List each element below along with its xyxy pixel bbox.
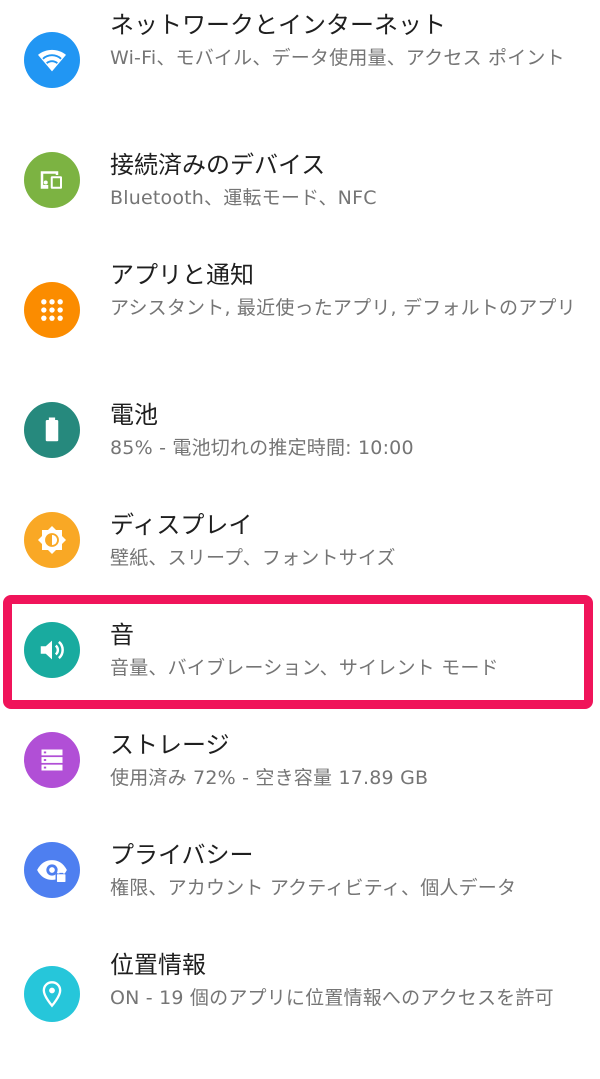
sound-subtitle: 音量、バイブレーション、サイレント モード xyxy=(110,657,499,679)
settings-item-sound[interactable]: 音 音量、バイブレーション、サイレント モード xyxy=(0,600,600,710)
storage-title: ストレージ xyxy=(110,731,230,759)
battery-title: 電池 xyxy=(110,401,158,429)
network-subtitle: Wi-Fi、モバイル、データ使用量、アクセス ポイント xyxy=(110,47,565,69)
battery-subtitle: 85% - 電池切れの推定時間: 10:00 xyxy=(110,437,414,459)
brightness-icon xyxy=(24,512,80,568)
settings-item-connected-devices[interactable]: 接続済みのデバイス Bluetooth、運転モード、NFC xyxy=(0,120,600,230)
connected-devices-subtitle: Bluetooth、運転モード、NFC xyxy=(110,187,377,209)
settings-item-apps[interactable]: アプリと通知 アシスタント, 最近使ったアプリ, デフォルトのアプリ xyxy=(0,230,600,340)
privacy-title: プライバシー xyxy=(110,841,254,869)
apps-grid-icon xyxy=(24,282,80,338)
settings-item-display[interactable]: ディスプレイ 壁紙、スリープ、フォントサイズ xyxy=(0,490,600,600)
location-subtitle: ON - 19 個のアプリに位置情報へのアクセスを許可 xyxy=(110,987,554,1009)
apps-subtitle: アシスタント, 最近使ったアプリ, デフォルトのアプリ xyxy=(110,297,576,319)
battery-icon xyxy=(24,402,80,458)
settings-item-battery[interactable]: 電池 85% - 電池切れの推定時間: 10:00 xyxy=(0,380,600,490)
settings-item-privacy[interactable]: プライバシー 権限、アカウント アクティビティ、個人データ xyxy=(0,820,600,930)
display-title: ディスプレイ xyxy=(110,511,253,539)
connected-devices-icon xyxy=(24,152,80,208)
location-pin-icon xyxy=(24,966,80,1022)
settings-item-storage[interactable]: ストレージ 使用済み 72% - 空き容量 17.89 GB xyxy=(0,710,600,820)
network-title: ネットワークとインターネット xyxy=(110,11,446,39)
storage-icon xyxy=(24,732,80,788)
display-subtitle: 壁紙、スリープ、フォントサイズ xyxy=(110,547,396,569)
settings-item-network[interactable]: ネットワークとインターネット Wi-Fi、モバイル、データ使用量、アクセス ポイ… xyxy=(0,0,600,110)
volume-icon xyxy=(24,622,80,678)
wifi-icon xyxy=(24,32,80,88)
apps-title: アプリと通知 xyxy=(110,261,254,289)
connected-devices-title: 接続済みのデバイス xyxy=(110,151,326,179)
privacy-subtitle: 権限、アカウント アクティビティ、個人データ xyxy=(110,877,517,899)
settings-list: ネットワークとインターネット Wi-Fi、モバイル、データ使用量、アクセス ポイ… xyxy=(0,0,600,1079)
sound-title: 音 xyxy=(110,621,134,649)
settings-item-location[interactable]: 位置情報 ON - 19 個のアプリに位置情報へのアクセスを許可 xyxy=(0,930,600,1079)
storage-subtitle: 使用済み 72% - 空き容量 17.89 GB xyxy=(110,767,429,789)
location-title: 位置情報 xyxy=(110,951,206,979)
privacy-eye-icon xyxy=(24,842,80,898)
